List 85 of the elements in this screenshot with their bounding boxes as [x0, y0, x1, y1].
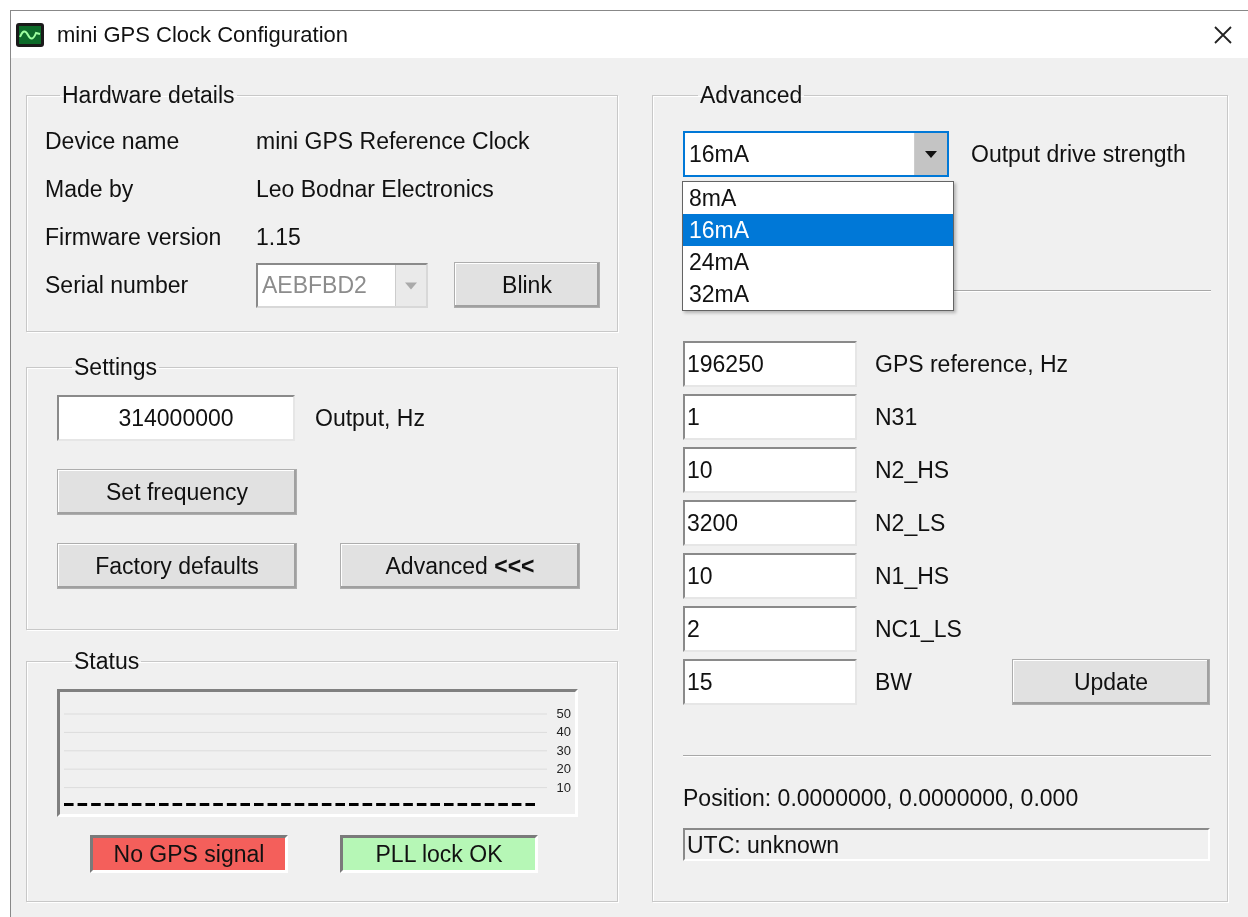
signal-bar	[254, 803, 264, 806]
group-title: Hardware details	[61, 82, 236, 109]
signal-bar	[281, 803, 291, 806]
signal-bar	[131, 803, 142, 806]
field-label: Device name	[45, 127, 181, 155]
signal-bar	[226, 803, 237, 806]
field-value: mini GPS Reference Clock	[256, 127, 531, 155]
signal-bar	[172, 803, 183, 806]
signal-bar	[159, 803, 169, 806]
drive-strength-dropdown[interactable]: 16mA	[683, 131, 949, 177]
signal-bar	[308, 803, 318, 806]
field-label: Serial number	[45, 271, 190, 299]
parameter-field[interactable]: 196250	[683, 341, 857, 387]
signal-bar	[267, 803, 278, 806]
signal-bar	[416, 803, 427, 806]
signal-bar	[77, 803, 88, 806]
signal-bar	[240, 803, 250, 806]
signal-bar	[430, 803, 440, 806]
parameter-field[interactable]: 10	[683, 553, 857, 599]
parameter-field[interactable]: 2	[683, 606, 857, 652]
field-label: Made by	[45, 175, 135, 203]
dropdown-option[interactable]: 32mA	[683, 278, 953, 310]
signal-bar	[294, 803, 305, 806]
field-label: N31	[875, 403, 919, 431]
field-label: GPS reference, Hz	[875, 350, 1070, 378]
window-title: mini GPS Clock Configuration	[57, 21, 349, 48]
signal-bar	[335, 803, 345, 806]
group-title: Advanced	[699, 82, 804, 109]
signal-bar	[362, 803, 373, 806]
axis-tick-label: 50	[556, 706, 571, 721]
close-icon	[1213, 24, 1233, 45]
axis-tick-label: 10	[556, 779, 571, 795]
update-button[interactable]: Update	[1012, 659, 1210, 705]
group-title: Settings	[73, 354, 159, 381]
output-frequency-field[interactable]: 314000000	[57, 395, 295, 441]
position-text: Position: 0.0000000, 0.0000000, 0.000	[683, 785, 1079, 812]
field-label: N2_HS	[875, 456, 951, 484]
axis-tick-label: 20	[556, 761, 571, 777]
signal-bar	[91, 803, 101, 806]
status-indicator: PLL lock OK	[340, 835, 538, 873]
status-indicator: No GPS signal	[90, 835, 288, 873]
field-label: N1_HS	[875, 562, 951, 590]
field-label: Output drive strength	[971, 140, 1186, 168]
dropdown-option[interactable]: 8mA	[683, 182, 953, 214]
axis-tick-label: 30	[556, 742, 571, 758]
group-title: Status	[73, 648, 141, 675]
parameter-field[interactable]: 15	[683, 659, 857, 705]
signal-bar	[213, 803, 223, 806]
axis-tick-label: 40	[556, 724, 571, 740]
signal-bar	[321, 803, 332, 806]
signal-bar	[349, 803, 359, 806]
app-icon	[15, 21, 45, 48]
dropdown-option[interactable]: 24mA	[683, 246, 953, 278]
signal-bar	[525, 803, 535, 806]
advanced-button[interactable]: Advanced <<<	[340, 543, 580, 589]
field-label: N2_LS	[875, 509, 947, 537]
signal-bar	[498, 803, 508, 806]
parameter-field[interactable]: 3200	[683, 500, 857, 546]
field-value: 1.15	[256, 223, 302, 251]
field-label: BW	[875, 668, 914, 696]
blink-button[interactable]: Blink	[454, 262, 600, 308]
signal-bar	[104, 803, 115, 806]
signal-bar	[403, 803, 413, 806]
parameter-field[interactable]: 1	[683, 394, 857, 440]
signal-bar	[186, 803, 196, 806]
signal-bar	[444, 803, 454, 806]
signal-bar	[145, 803, 155, 806]
utc-readout: UTC: unknown	[683, 828, 1210, 861]
signal-bar	[471, 803, 481, 806]
signal-bar	[199, 803, 210, 806]
signal-bar	[457, 803, 468, 806]
dropdown-option[interactable]: 16mA	[683, 214, 953, 246]
field-label: Firmware version	[45, 223, 223, 251]
signal-bar	[389, 803, 400, 806]
parameter-field[interactable]: 10	[683, 447, 857, 493]
signal-bar	[484, 803, 495, 806]
signal-bar	[64, 803, 74, 806]
set-frequency-button[interactable]: Set frequency	[57, 469, 297, 515]
field-value: Leo Bodnar Electronics	[256, 175, 495, 203]
field-label: Output, Hz	[315, 404, 425, 432]
field-label: NC1_LS	[875, 615, 963, 643]
signal-bar	[118, 803, 128, 806]
signal-bar	[511, 803, 522, 806]
factory-defaults-button[interactable]: Factory defaults	[57, 543, 297, 589]
signal-bar	[376, 803, 386, 806]
